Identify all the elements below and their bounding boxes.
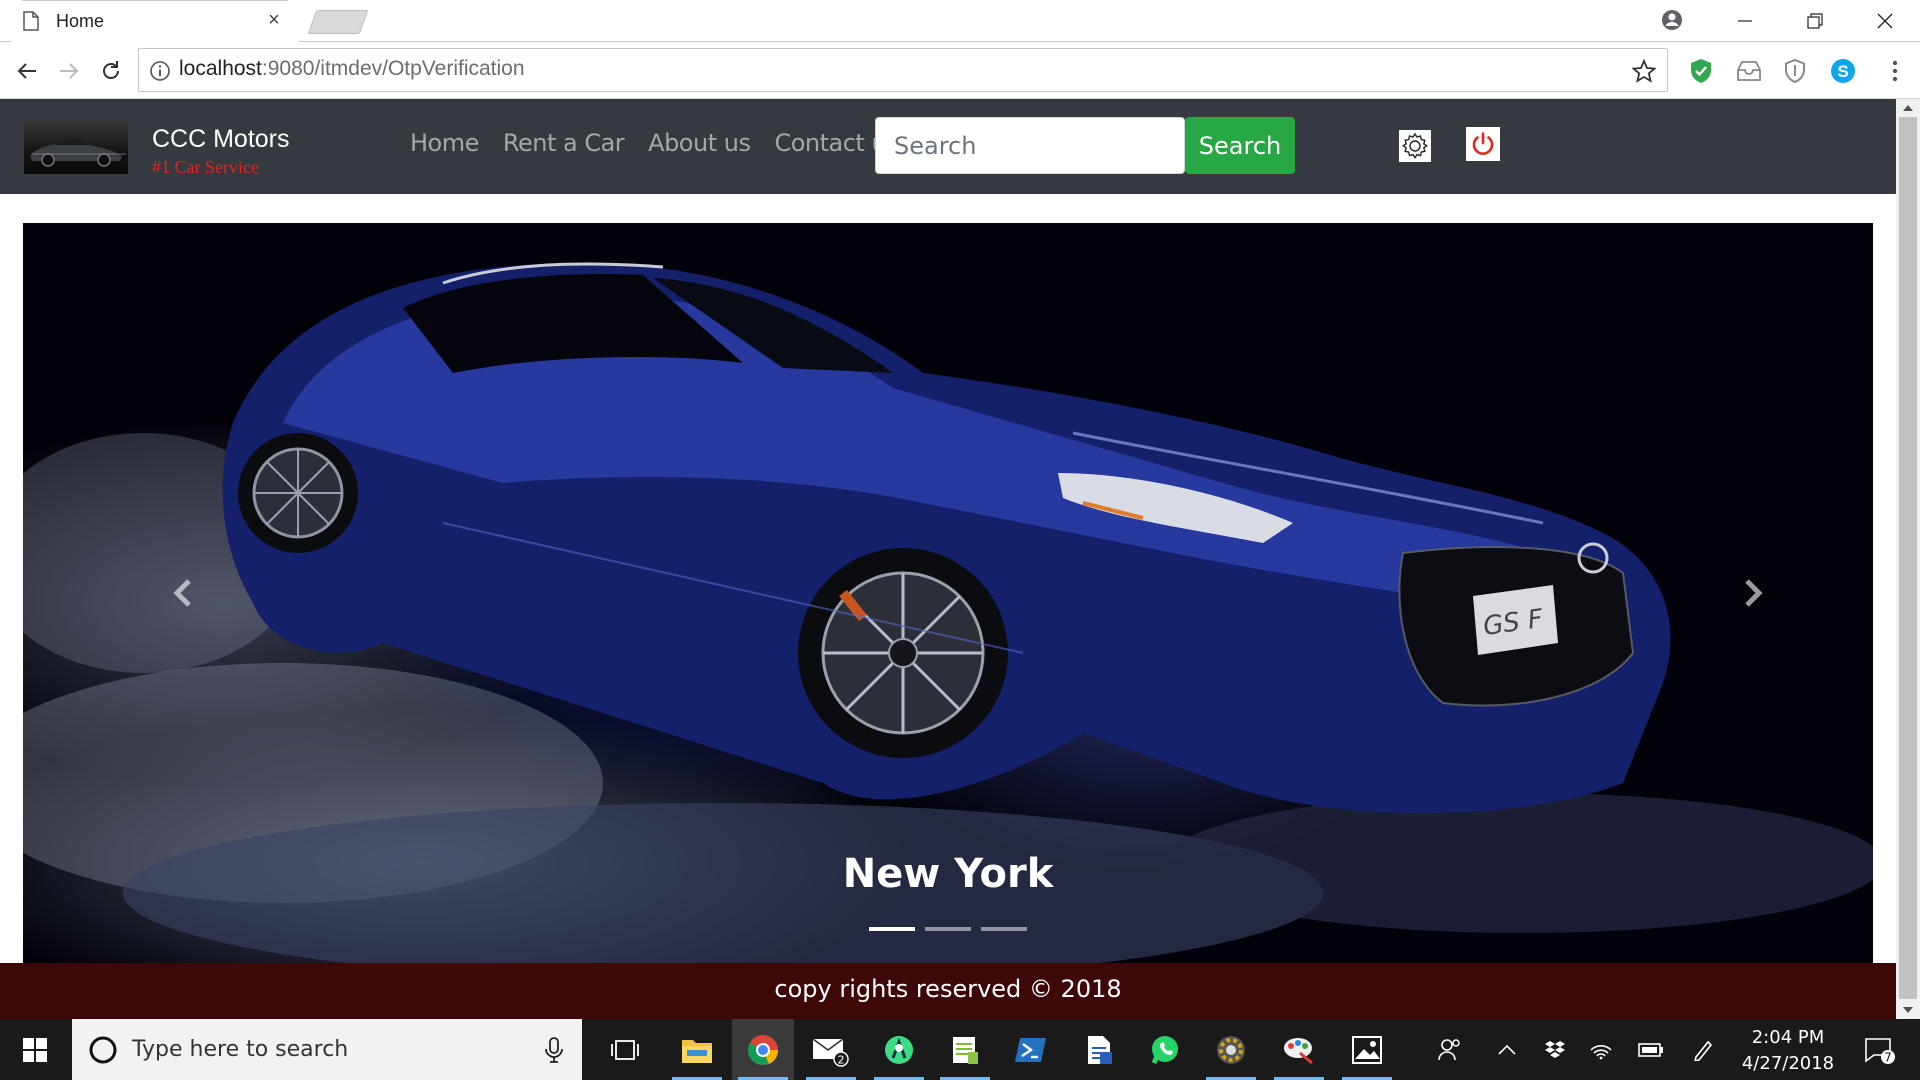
mail-badge: 2: [838, 1053, 845, 1066]
new-tab-button[interactable]: [307, 10, 369, 34]
carousel-indicator-1[interactable]: [869, 927, 915, 931]
main-nav: Home Rent a Car About us Contact us: [410, 129, 910, 157]
page-viewport: CCC Motors #1 Car Service Home Rent a Ca…: [0, 99, 1896, 1019]
clock-date: 4/27/2018: [1741, 1053, 1835, 1074]
nav-link-home[interactable]: Home: [410, 129, 491, 157]
scrollbar-thumb[interactable]: [1899, 117, 1917, 999]
reload-icon[interactable]: [96, 56, 126, 86]
site-footer: copy rights reserved © 2018: [0, 963, 1896, 1019]
photos-app-icon[interactable]: [1336, 1019, 1398, 1080]
svg-text:S: S: [1837, 62, 1848, 81]
url-path: :9080/itmdev/OtpVerification: [261, 57, 525, 80]
cortana-icon: [89, 1036, 117, 1064]
notepad-plus-icon[interactable]: [934, 1019, 996, 1080]
carousel-prev-icon[interactable]: [153, 563, 213, 623]
site-search-input[interactable]: [875, 117, 1185, 174]
hero-carousel[interactable]: GS F New York: [23, 223, 1873, 963]
notification-count: 7: [1884, 1050, 1892, 1064]
carousel-indicator-3[interactable]: [981, 927, 1027, 931]
scroll-down-arrow-icon[interactable]: [1896, 1001, 1920, 1019]
powershell-icon[interactable]: [1000, 1019, 1062, 1080]
carousel-next-icon[interactable]: [1723, 563, 1783, 623]
page-icon: [22, 10, 40, 32]
shield-check-icon[interactable]: [1686, 56, 1716, 86]
close-tab-icon[interactable]: ×: [264, 9, 284, 31]
taskbar-search-box[interactable]: Type here to search: [72, 1019, 582, 1080]
android-studio-icon[interactable]: [868, 1019, 930, 1080]
forward-arrow-icon[interactable]: [54, 56, 84, 86]
license-plate: GS F: [1473, 585, 1558, 655]
browser-tab-content[interactable]: Home: [22, 8, 282, 34]
skype-icon[interactable]: S: [1828, 56, 1858, 86]
profile-icon[interactable]: [1658, 6, 1686, 34]
shield-extension-icon[interactable]: [1780, 56, 1810, 86]
tray-expand-chevron-icon[interactable]: [1492, 1019, 1522, 1080]
inbox-extension-icon[interactable]: [1734, 56, 1764, 86]
footer-copyright: copy rights reserved © 2018: [774, 975, 1122, 1003]
windows-taskbar: Type here to search 2 2:04 PM 4/27/2018 …: [0, 1019, 1920, 1080]
site-navbar: CCC Motors #1 Car Service Home Rent a Ca…: [0, 99, 1896, 194]
nav-link-rent-a-car[interactable]: Rent a Car: [491, 129, 636, 157]
url-text: localhost:9080/itmdev/OtpVerification: [179, 57, 525, 81]
whatsapp-icon[interactable]: [1134, 1019, 1196, 1080]
settings-gear-icon[interactable]: [1398, 129, 1432, 163]
carousel-indicators: [869, 927, 1027, 931]
minimize-icon[interactable]: [1710, 0, 1780, 42]
windows-start-icon[interactable]: [0, 1019, 70, 1080]
info-icon[interactable]: [149, 60, 171, 82]
restore-icon[interactable]: [1780, 0, 1850, 42]
logout-power-icon[interactable]: [1466, 127, 1500, 161]
notifications-icon[interactable]: 7: [1856, 1019, 1904, 1080]
tab-title: Home: [56, 10, 105, 31]
dropbox-icon[interactable]: [1540, 1019, 1570, 1080]
microphone-icon[interactable]: [544, 1037, 564, 1063]
address-bar[interactable]: localhost:9080/itmdev/OtpVerification: [138, 48, 1668, 92]
task-view-icon[interactable]: [594, 1019, 656, 1080]
carousel-indicator-2[interactable]: [925, 927, 971, 931]
pen-ink-icon[interactable]: [1688, 1019, 1718, 1080]
url-host: localhost: [179, 57, 262, 80]
battery-icon[interactable]: [1634, 1019, 1668, 1080]
document-editor-icon[interactable]: [1068, 1019, 1130, 1080]
browser-tab-strip: Home ×: [0, 0, 1920, 43]
wifi-icon[interactable]: [1586, 1019, 1616, 1080]
taskbar-clock[interactable]: 2:04 PM 4/27/2018: [1738, 1025, 1838, 1077]
brand-logo-image[interactable]: [24, 118, 128, 174]
clock-time: 2:04 PM: [1751, 1027, 1825, 1048]
people-icon[interactable]: [1430, 1019, 1470, 1080]
menu-dots-icon[interactable]: [1880, 56, 1910, 86]
carousel-caption: New York: [842, 851, 1054, 897]
site-search-button[interactable]: Search: [1185, 117, 1295, 174]
paint-app-icon[interactable]: [1268, 1019, 1330, 1080]
nav-link-about-us[interactable]: About us: [636, 129, 762, 157]
page-scrollbar[interactable]: [1896, 99, 1920, 1019]
file-explorer-icon[interactable]: [666, 1019, 728, 1080]
close-window-icon[interactable]: [1850, 0, 1920, 42]
chrome-icon[interactable]: [732, 1019, 794, 1080]
brand-tagline: #1 Car Service: [152, 157, 259, 177]
taskbar-search-placeholder: Type here to search: [132, 1037, 349, 1062]
bookmark-star-icon[interactable]: [1629, 56, 1659, 86]
mail-icon[interactable]: 2: [800, 1019, 862, 1080]
scroll-up-arrow-icon[interactable]: [1896, 99, 1920, 117]
brand-name[interactable]: CCC Motors: [152, 125, 290, 154]
window-controls: [1710, 0, 1920, 42]
browser-toolbar: localhost:9080/itmdev/OtpVerification S: [0, 42, 1920, 99]
settings-app-icon[interactable]: [1200, 1019, 1262, 1080]
back-arrow-icon[interactable]: [12, 56, 42, 86]
